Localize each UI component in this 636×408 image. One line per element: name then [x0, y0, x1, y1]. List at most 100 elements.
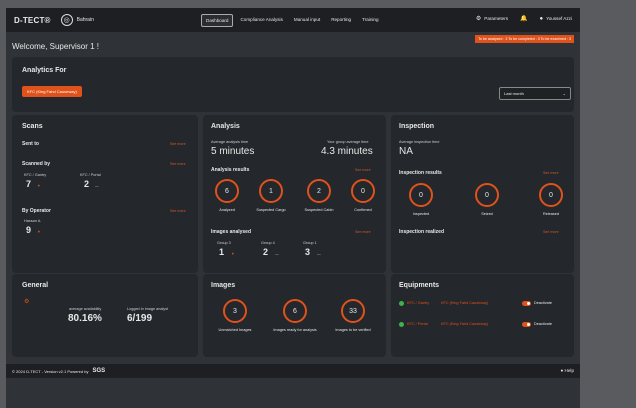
confirmed-value: 0: [361, 187, 365, 195]
gantry-equipment-name[interactable]: KFC / Gantry: [407, 301, 435, 305]
user-menu[interactable]: ● Youssef Azzi: [539, 16, 572, 22]
equipments-title: Equipments: [399, 282, 440, 289]
analysis-results-see-more[interactable]: See more: [355, 168, 371, 172]
globe-icon[interactable]: ◎: [60, 14, 73, 26]
images-verify-circle[interactable]: 33: [341, 299, 365, 323]
avg-inspection-time-label: Average inspection time: [399, 140, 440, 144]
portal-equipment-site[interactable]: KFC (King Fahd Causeway): [441, 322, 488, 326]
logged-analyst-value: 6/199: [127, 313, 153, 324]
nav-compliance-analysis[interactable]: Compliance Analysis: [236, 14, 286, 27]
gantry-trend: ▼: [37, 184, 41, 188]
gear-icon: ⚙: [475, 16, 482, 22]
period-select-value: Last month: [504, 91, 524, 96]
images-verify-value: 33: [349, 307, 357, 315]
images-ready-circle[interactable]: 6: [283, 299, 307, 323]
seized-circle[interactable]: 0: [475, 183, 499, 207]
released-label: Released: [542, 212, 560, 216]
avg-analysis-time-label: Average analysis time: [211, 140, 249, 144]
gantry-label: KFC / Gantry: [24, 173, 47, 177]
images-ready-label: Images ready for analysis: [273, 328, 317, 332]
gantry-equipment-site[interactable]: KFC (King Fahd Causeway): [441, 301, 488, 305]
notification-icon[interactable]: 🔔: [520, 15, 527, 22]
portal-status-dot: [399, 322, 404, 327]
nav-dashboard[interactable]: Dashboard: [201, 14, 234, 27]
sent-to-see-more[interactable]: See more: [170, 142, 186, 146]
footer: © 2024 D-TECT - Version v2.1 Powered by …: [6, 364, 580, 378]
equipments-panel: Equipments KFC / Gantry KFC (King Fahd C…: [391, 274, 574, 357]
analyzed-label: Analyzed: [219, 208, 235, 212]
analysis-panel: Analysis Average analysis time 5 minutes…: [203, 115, 386, 273]
suspected-cargo-label: Suspected Cargo: [256, 208, 286, 212]
period-select[interactable]: Last month ⌄: [499, 87, 571, 100]
nav-manual-input[interactable]: Manual input: [290, 14, 324, 27]
group-3-value: 1: [219, 247, 225, 257]
inspection-panel: Inspection Average inspection time NA In…: [391, 115, 574, 273]
gantry-status-dot: [399, 301, 404, 306]
inspected-label: Inspected: [412, 212, 430, 216]
avg-inspection-time-value: NA: [399, 146, 413, 157]
confirmed-label: Confirmed: [354, 208, 372, 212]
app-logo[interactable]: D-TECT®: [14, 16, 51, 25]
group-1-value: 3: [305, 247, 311, 257]
main-nav: Dashboard Compliance Analysis Manual inp…: [201, 14, 383, 27]
images-panel: Images 3 Unmatched Images 6 Images ready…: [203, 274, 386, 357]
suspected-cabin-circle[interactable]: 2: [307, 179, 331, 203]
group-3-label: Group 3: [217, 241, 231, 245]
availability-label: average availability: [69, 307, 102, 311]
nav-training[interactable]: Training: [358, 14, 382, 27]
released-value: 0: [549, 191, 553, 199]
gantry-deactivate-toggle[interactable]: [522, 301, 531, 306]
portal-equipment-name[interactable]: KFC / Portal: [407, 322, 428, 326]
sent-to-label: Sent to: [22, 141, 39, 147]
inspection-results-label: Inspection results: [399, 170, 442, 176]
gear-icon[interactable]: ⚙: [24, 298, 29, 305]
top-bar-right: ⚙ Parameters 🔔 ● Youssef Azzi: [476, 15, 572, 23]
parameters-label: Parameters: [484, 16, 508, 21]
gantry-deactivate-label: Deactivate: [534, 301, 552, 305]
analyzed-circle[interactable]: 6: [215, 179, 239, 203]
confirmed-circle[interactable]: 0: [351, 179, 375, 203]
app-window: D-TECT® ◎ Bahrain Dashboard Compliance A…: [6, 8, 580, 408]
inspected-value: 0: [419, 191, 423, 199]
portal-deactivate-toggle[interactable]: [522, 322, 531, 327]
analyzed-value: 6: [225, 187, 229, 195]
portal-trend: —: [95, 184, 99, 188]
seized-value: 0: [485, 191, 489, 199]
site-button[interactable]: KFC (King Fahd Causeway): [22, 86, 82, 97]
country-label[interactable]: Bahrain: [77, 17, 94, 23]
unmatched-images-circle[interactable]: 3: [223, 299, 247, 323]
inspection-realized-see-more[interactable]: See more: [543, 230, 559, 234]
group-4-label: Group 4: [261, 241, 275, 245]
inspected-circle[interactable]: 0: [409, 183, 433, 207]
help-label: Help: [564, 368, 574, 373]
inspection-realized-label: Inspection realized: [399, 229, 445, 235]
status-badge-row[interactable]: To be analyzed : 3 To be completed : 3 T…: [475, 35, 574, 43]
analysis-results-label: Analysis results: [211, 167, 250, 173]
avg-analysis-time-value: 5 minutes: [211, 146, 255, 157]
suspected-cargo-circle[interactable]: 1: [259, 179, 283, 203]
general-panel: General ⚙ average availability 80.16% Lo…: [12, 274, 198, 357]
by-operator-see-more[interactable]: See more: [170, 209, 186, 213]
suspected-cabin-value: 2: [317, 187, 321, 195]
suspected-cabin-label: Suspected Cabin: [304, 208, 334, 212]
parameters-link[interactable]: ⚙ Parameters: [476, 15, 508, 22]
user-icon: ●: [539, 15, 544, 22]
seized-label: Seized: [481, 212, 493, 216]
group-4-trend: —: [275, 252, 279, 256]
images-analysed-see-more[interactable]: See more: [355, 230, 371, 234]
portal-deactivate-label: Deactivate: [534, 322, 552, 326]
scanned-by-see-more[interactable]: See more: [170, 162, 186, 166]
nav-reporting[interactable]: Reporting: [327, 14, 355, 27]
released-circle[interactable]: 0: [539, 183, 563, 207]
group-4-value: 2: [263, 247, 269, 257]
sgs-logo[interactable]: SGS: [92, 368, 105, 374]
inspection-results-see-more[interactable]: See more: [543, 171, 559, 175]
help-link[interactable]: ● Help: [560, 368, 574, 373]
analytics-title: Analytics For: [22, 67, 67, 74]
suspected-cargo-value: 1: [269, 187, 273, 195]
footer-copyright: © 2024 D-TECT - Version v2.1 Powered by: [12, 368, 89, 374]
scans-panel: Scans Sent to See more Scanned by See mo…: [12, 115, 198, 273]
images-ready-value: 6: [293, 307, 297, 315]
help-icon: ●: [560, 368, 564, 373]
operator-label: Hassan A.: [24, 219, 42, 223]
